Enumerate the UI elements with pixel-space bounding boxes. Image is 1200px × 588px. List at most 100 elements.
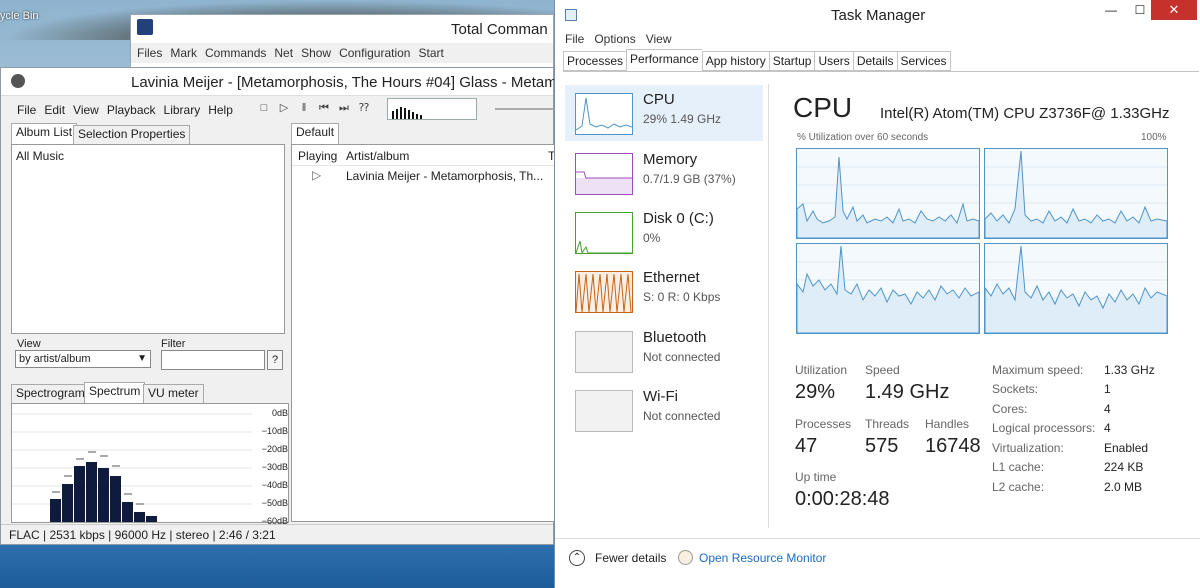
tab-app-history[interactable]: App history xyxy=(701,51,769,71)
col-artist-album[interactable]: Artist/album xyxy=(346,149,409,163)
fb-menu-file[interactable]: File xyxy=(13,103,40,117)
resource-disk[interactable]: Disk 0 (C:) 0% xyxy=(565,204,763,260)
fb-menu-playback[interactable]: Playback xyxy=(103,103,160,117)
foobar-window[interactable]: Lavinia Meijer - [Metamorphosis, The Hou… xyxy=(0,67,557,545)
seek-bar[interactable] xyxy=(495,108,555,110)
tm-menu-options[interactable]: Options xyxy=(594,32,635,46)
playlist-view[interactable]: Playing Artist/album T ▷ Lavinia Meijer … xyxy=(291,144,555,522)
tc-menu-commands[interactable]: Commands xyxy=(205,46,266,60)
tab-details[interactable]: Details xyxy=(852,51,897,71)
filter-input[interactable] xyxy=(161,350,265,370)
cpu-core-graph-1 xyxy=(796,148,980,239)
tm-menu: File Options View xyxy=(565,32,672,46)
spectrum-panel: 0dB −10dB −20dB −30dB −40dB −50dB −60dB xyxy=(11,403,289,526)
tab-performance[interactable]: Performance xyxy=(626,49,702,71)
fb-titlebar[interactable]: Lavinia Meijer - [Metamorphosis, The Hou… xyxy=(1,68,557,96)
spec-key: Maximum speed: xyxy=(992,363,1084,377)
tab-services[interactable]: Services xyxy=(896,51,951,71)
next-icon[interactable]: ⏭ xyxy=(337,101,351,115)
spec-value: 4 xyxy=(1104,421,1111,435)
resource-wifi[interactable]: Wi-Fi Not connected xyxy=(565,382,763,438)
tab-default-playlist[interactable]: Default xyxy=(291,123,340,144)
resource-cpu[interactable]: CPU 29% 1.49 GHz xyxy=(565,85,763,141)
table-row[interactable]: ▷ Lavinia Meijer - Metamorphosis, Th... xyxy=(292,167,554,185)
tm-menu-view[interactable]: View xyxy=(646,32,672,46)
pause-icon[interactable]: ‖ xyxy=(297,101,311,115)
resource-ethernet[interactable]: Ethernet S: 0 R: 0 Kbps xyxy=(565,263,763,319)
resource-sub: 0% xyxy=(643,231,661,245)
chevron-up-icon[interactable]: ⌃ xyxy=(569,550,585,566)
col-playing[interactable]: Playing xyxy=(298,149,337,163)
tc-menu-start[interactable]: Start xyxy=(418,46,443,60)
album-tree[interactable]: All Music xyxy=(11,144,285,334)
filter-label: Filter xyxy=(161,338,186,350)
chevron-down-icon: ▼ xyxy=(137,353,147,364)
resource-memory[interactable]: Memory 0.7/1.9 GB (37%) xyxy=(565,145,763,201)
resource-bluetooth[interactable]: Bluetooth Not connected xyxy=(565,323,763,379)
pane-divider xyxy=(768,84,769,528)
cpu-core-graph-3 xyxy=(796,243,980,334)
task-manager-window[interactable]: Task Manager — ☐ ✕ File Options View Pro… xyxy=(554,0,1200,588)
db-label: −10dB xyxy=(261,426,288,436)
fb-menu-help[interactable]: Help xyxy=(204,103,237,117)
tc-title: Total Comman xyxy=(451,21,548,38)
tab-users[interactable]: Users xyxy=(814,51,853,71)
random-icon[interactable]: ⁇ xyxy=(357,101,371,115)
recycle-bin-label[interactable]: ycle Bin xyxy=(0,10,39,22)
tm-tabs: Processes Performance App history Startu… xyxy=(563,49,951,71)
row-artist-album: Lavinia Meijer - Metamorphosis, Th... xyxy=(346,169,544,183)
core-1-svg xyxy=(796,156,980,239)
uptime-label: Up time xyxy=(795,470,837,484)
resource-sub: S: 0 R: 0 Kbps xyxy=(643,290,721,304)
cpu-core-graph-2 xyxy=(984,148,1168,239)
tc-titlebar[interactable]: Total Comman xyxy=(131,15,553,43)
tc-menu-net[interactable]: Net xyxy=(274,46,293,60)
previous-icon[interactable]: ⏮ xyxy=(317,101,331,115)
tc-menu-files[interactable]: Files xyxy=(137,46,162,60)
task-manager-icon xyxy=(565,9,577,21)
fb-menu-edit[interactable]: Edit xyxy=(40,103,69,117)
speed-label: Speed xyxy=(865,363,900,377)
tm-title: Task Manager xyxy=(831,7,926,24)
tc-menu-mark[interactable]: Mark xyxy=(170,46,197,60)
stop-icon[interactable]: □ xyxy=(257,101,271,115)
tab-spectrogram[interactable]: Spectrogram xyxy=(11,384,90,403)
ethernet-thumbnail xyxy=(575,271,633,313)
tab-album-list[interactable]: Album List xyxy=(11,123,78,144)
fb-menu: File Edit View Playback Library Help xyxy=(13,103,237,117)
utilization-value: 29% xyxy=(795,381,836,403)
fewer-details-button[interactable]: Fewer details xyxy=(595,551,666,565)
view-select[interactable]: by artist/album ▼ xyxy=(15,350,151,368)
db-label: −20dB xyxy=(261,444,288,454)
open-resource-monitor-link[interactable]: Open Resource Monitor xyxy=(699,551,826,565)
desktop-bottom xyxy=(0,545,560,588)
db-label: −50dB xyxy=(261,498,288,508)
tab-spectrum[interactable]: Spectrum xyxy=(84,382,146,403)
toolbar-spectrum xyxy=(392,107,422,119)
spec-value: 1.33 GHz xyxy=(1104,363,1155,377)
tm-footer: ⌃ Fewer details Open Resource Monitor xyxy=(555,538,1200,588)
spectrum-graph xyxy=(12,413,252,522)
close-icon[interactable]: ✕ xyxy=(1151,0,1197,20)
tc-menu-configuration[interactable]: Configuration xyxy=(339,46,410,60)
play-icon[interactable]: ▷ xyxy=(277,101,291,115)
tab-processes[interactable]: Processes xyxy=(563,51,627,71)
fb-menu-view[interactable]: View xyxy=(69,103,103,117)
cpu-thumbnail xyxy=(575,93,633,135)
spec-value: Enabled xyxy=(1104,441,1149,455)
tab-startup[interactable]: Startup xyxy=(768,51,815,71)
minimize-icon[interactable]: — xyxy=(1096,0,1126,20)
tree-root-all-music[interactable]: All Music xyxy=(16,149,64,163)
tab-selection-properties[interactable]: Selection Properties xyxy=(73,125,191,144)
tc-menu-show[interactable]: Show xyxy=(301,46,331,60)
fb-menu-library[interactable]: Library xyxy=(160,103,205,117)
tm-menu-file[interactable]: File xyxy=(565,32,584,46)
db-label: −30dB xyxy=(261,462,288,472)
tab-vu-meter[interactable]: VU meter xyxy=(143,384,204,403)
tc-menu: Files Mark Commands Net Show Configurati… xyxy=(131,43,553,63)
filter-help-button[interactable]: ? xyxy=(267,350,283,370)
wifi-thumbnail xyxy=(575,390,633,432)
view-select-value: by artist/album xyxy=(19,353,91,365)
bluetooth-thumbnail xyxy=(575,331,633,373)
tm-titlebar[interactable]: Task Manager — ☐ ✕ xyxy=(555,0,1200,32)
